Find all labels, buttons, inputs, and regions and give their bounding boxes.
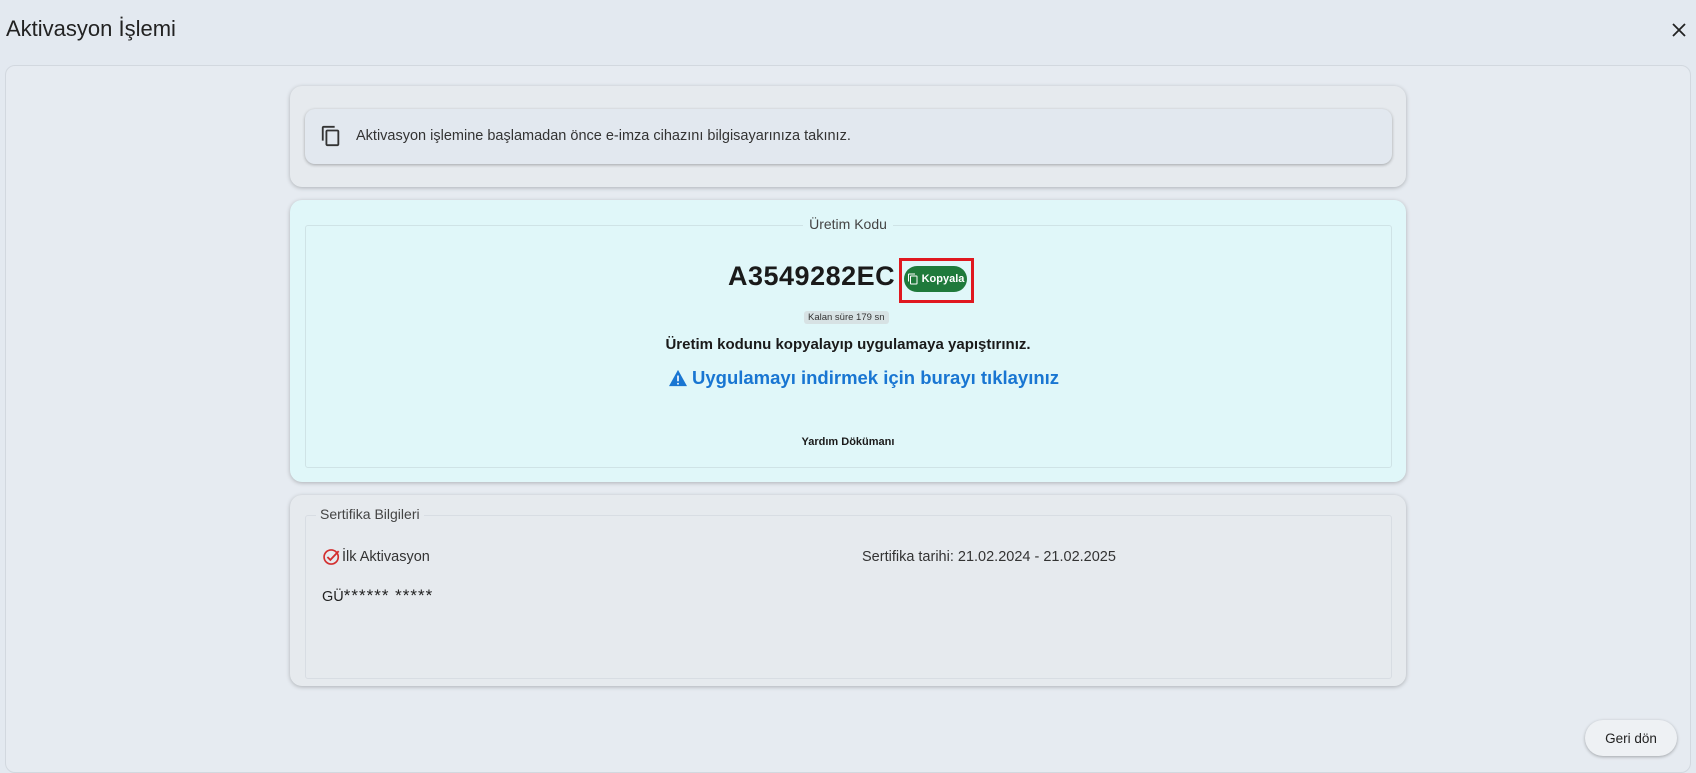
close-button[interactable] <box>1668 19 1690 41</box>
holder-prefix: GÜ <box>322 589 344 605</box>
dialog-title: Aktivasyon İşlemi <box>6 16 176 41</box>
copy-button-label: Kopyala <box>921 273 965 285</box>
close-icon <box>1672 23 1686 37</box>
help-document-link[interactable]: Yardım Dökümanı <box>290 436 1406 448</box>
production-code-value: A3549282EC <box>728 261 896 291</box>
check-circle-icon <box>323 549 340 565</box>
notice-box: Aktivasyon işlemine başlamadan önce e-im… <box>305 109 1392 164</box>
download-app-link-label: Uygulamayı indirmek için burayı tıklayın… <box>692 367 1060 388</box>
dialog-header: Aktivasyon İşlemi <box>0 0 1696 60</box>
production-code-legend: Üretim Kodu <box>803 216 893 232</box>
certificate-legend: Sertifika Bilgileri <box>316 506 424 522</box>
remaining-time-badge: Kalan süre 179 sn <box>804 311 889 324</box>
back-button[interactable]: Geri dön <box>1585 720 1677 756</box>
first-activation-label: İlk Aktivasyon <box>342 549 430 565</box>
production-code-card: Üretim Kodu A3549282EC Kopyala Kalan sür… <box>290 200 1406 482</box>
instruction-text: Üretim kodunu kopyalayıp uygulamaya yapı… <box>665 336 1031 353</box>
notice-text: Aktivasyon işlemine başlamadan önce e-im… <box>356 128 851 144</box>
certificate-card: Sertifika Bilgileri İlk Aktivasyon Serti… <box>290 495 1406 686</box>
certificate-fieldset <box>305 515 1392 679</box>
holder-masked: ****** ***** <box>343 586 434 605</box>
notice-card: Aktivasyon işlemine başlamadan önce e-im… <box>290 86 1406 187</box>
first-activation: İlk Aktivasyon <box>322 547 430 567</box>
download-app-link[interactable]: Uygulamayı indirmek için burayı tıklayın… <box>668 367 1059 389</box>
copy-icon <box>907 273 918 285</box>
copy-button[interactable]: Kopyala <box>904 266 967 292</box>
warning-icon <box>669 369 687 387</box>
certificate-holder-name: GÜ****** ***** <box>322 586 433 606</box>
copy-icon <box>321 125 340 147</box>
certificate-date: Sertifika tarihi: 21.02.2024 - 21.02.202… <box>862 549 1116 565</box>
